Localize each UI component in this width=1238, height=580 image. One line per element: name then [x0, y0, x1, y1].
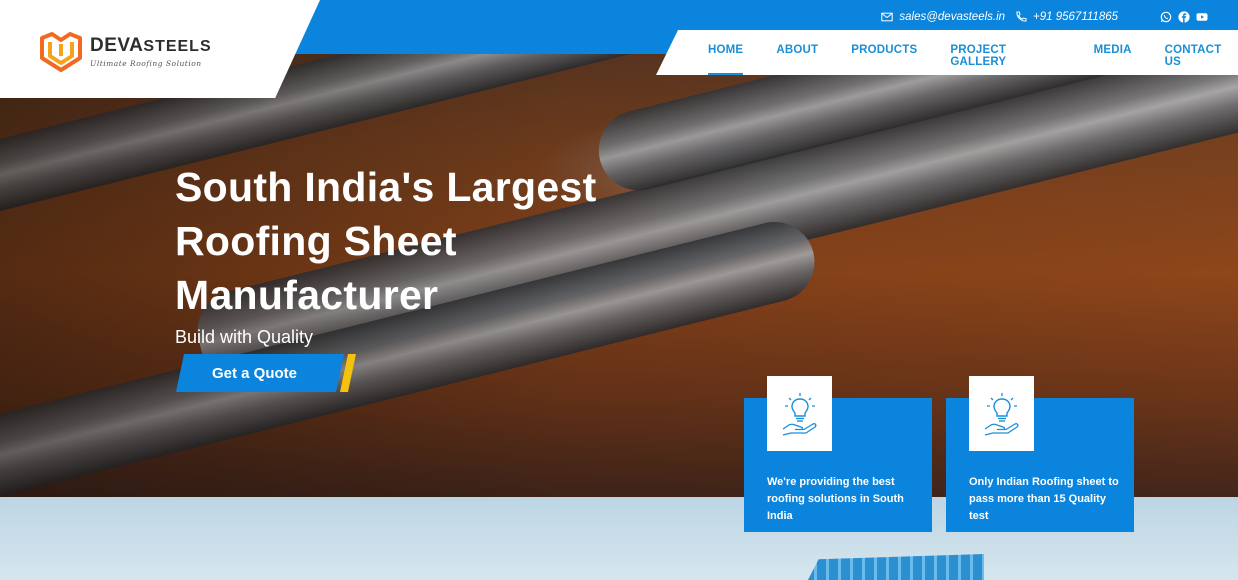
idea-hand-icon [767, 376, 832, 451]
phone-text: +91 9567111865 [1033, 11, 1118, 23]
deva-logo-mark-icon [40, 32, 82, 72]
main-navigation: HOME ABOUT PRODUCTS PROJECT GALLERY MEDIA CON… [656, 30, 1238, 75]
nav-item-products[interactable]: PRODUCTS [851, 44, 917, 68]
feature-card: Only Indian Roofing sheet to pass more t… [946, 376, 1134, 532]
brand-logo[interactable]: DEVASTEELS Ultimate Roofing Solution [38, 30, 212, 74]
brand-name: DEVASTEELS [90, 35, 212, 56]
brand-tagline: Ultimate Roofing Solution [90, 59, 202, 68]
nav-item-contact-us[interactable]: CONTACT US [1165, 44, 1238, 68]
nav-item-about[interactable]: ABOUT [776, 44, 818, 68]
hero-headline: South India's Largest Roofing Sheet Manu… [175, 164, 597, 318]
facebook-icon[interactable] [1178, 11, 1190, 23]
idea-hand-icon [969, 376, 1034, 451]
phone-link[interactable]: +91 9567111865 [1015, 11, 1118, 23]
phone-icon [1016, 11, 1027, 22]
feature-text: We're providing the best roofing solutio… [767, 476, 904, 522]
nav-item-project-gallery[interactable]: PROJECT GALLERY [950, 44, 1060, 68]
email-text: sales@devasteels.in [899, 11, 1006, 23]
feature-text: Only Indian Roofing sheet to pass more t… [969, 476, 1119, 522]
nav-item-home[interactable]: HOME [708, 44, 744, 75]
feature-card: We're providing the best roofing solutio… [744, 376, 932, 532]
whatsapp-icon[interactable] [1160, 11, 1172, 23]
youtube-icon[interactable] [1196, 11, 1208, 23]
nav-item-media[interactable]: MEDIA [1094, 44, 1132, 68]
hero-subtitle: Build with Quality [175, 327, 314, 347]
get-a-quote-button[interactable]: Get a Quote [176, 354, 356, 392]
logo-container: DEVASTEELS Ultimate Roofing Solution [0, 0, 320, 98]
mail-icon [881, 12, 894, 22]
email-link[interactable]: sales@devasteels.in [881, 11, 1005, 23]
